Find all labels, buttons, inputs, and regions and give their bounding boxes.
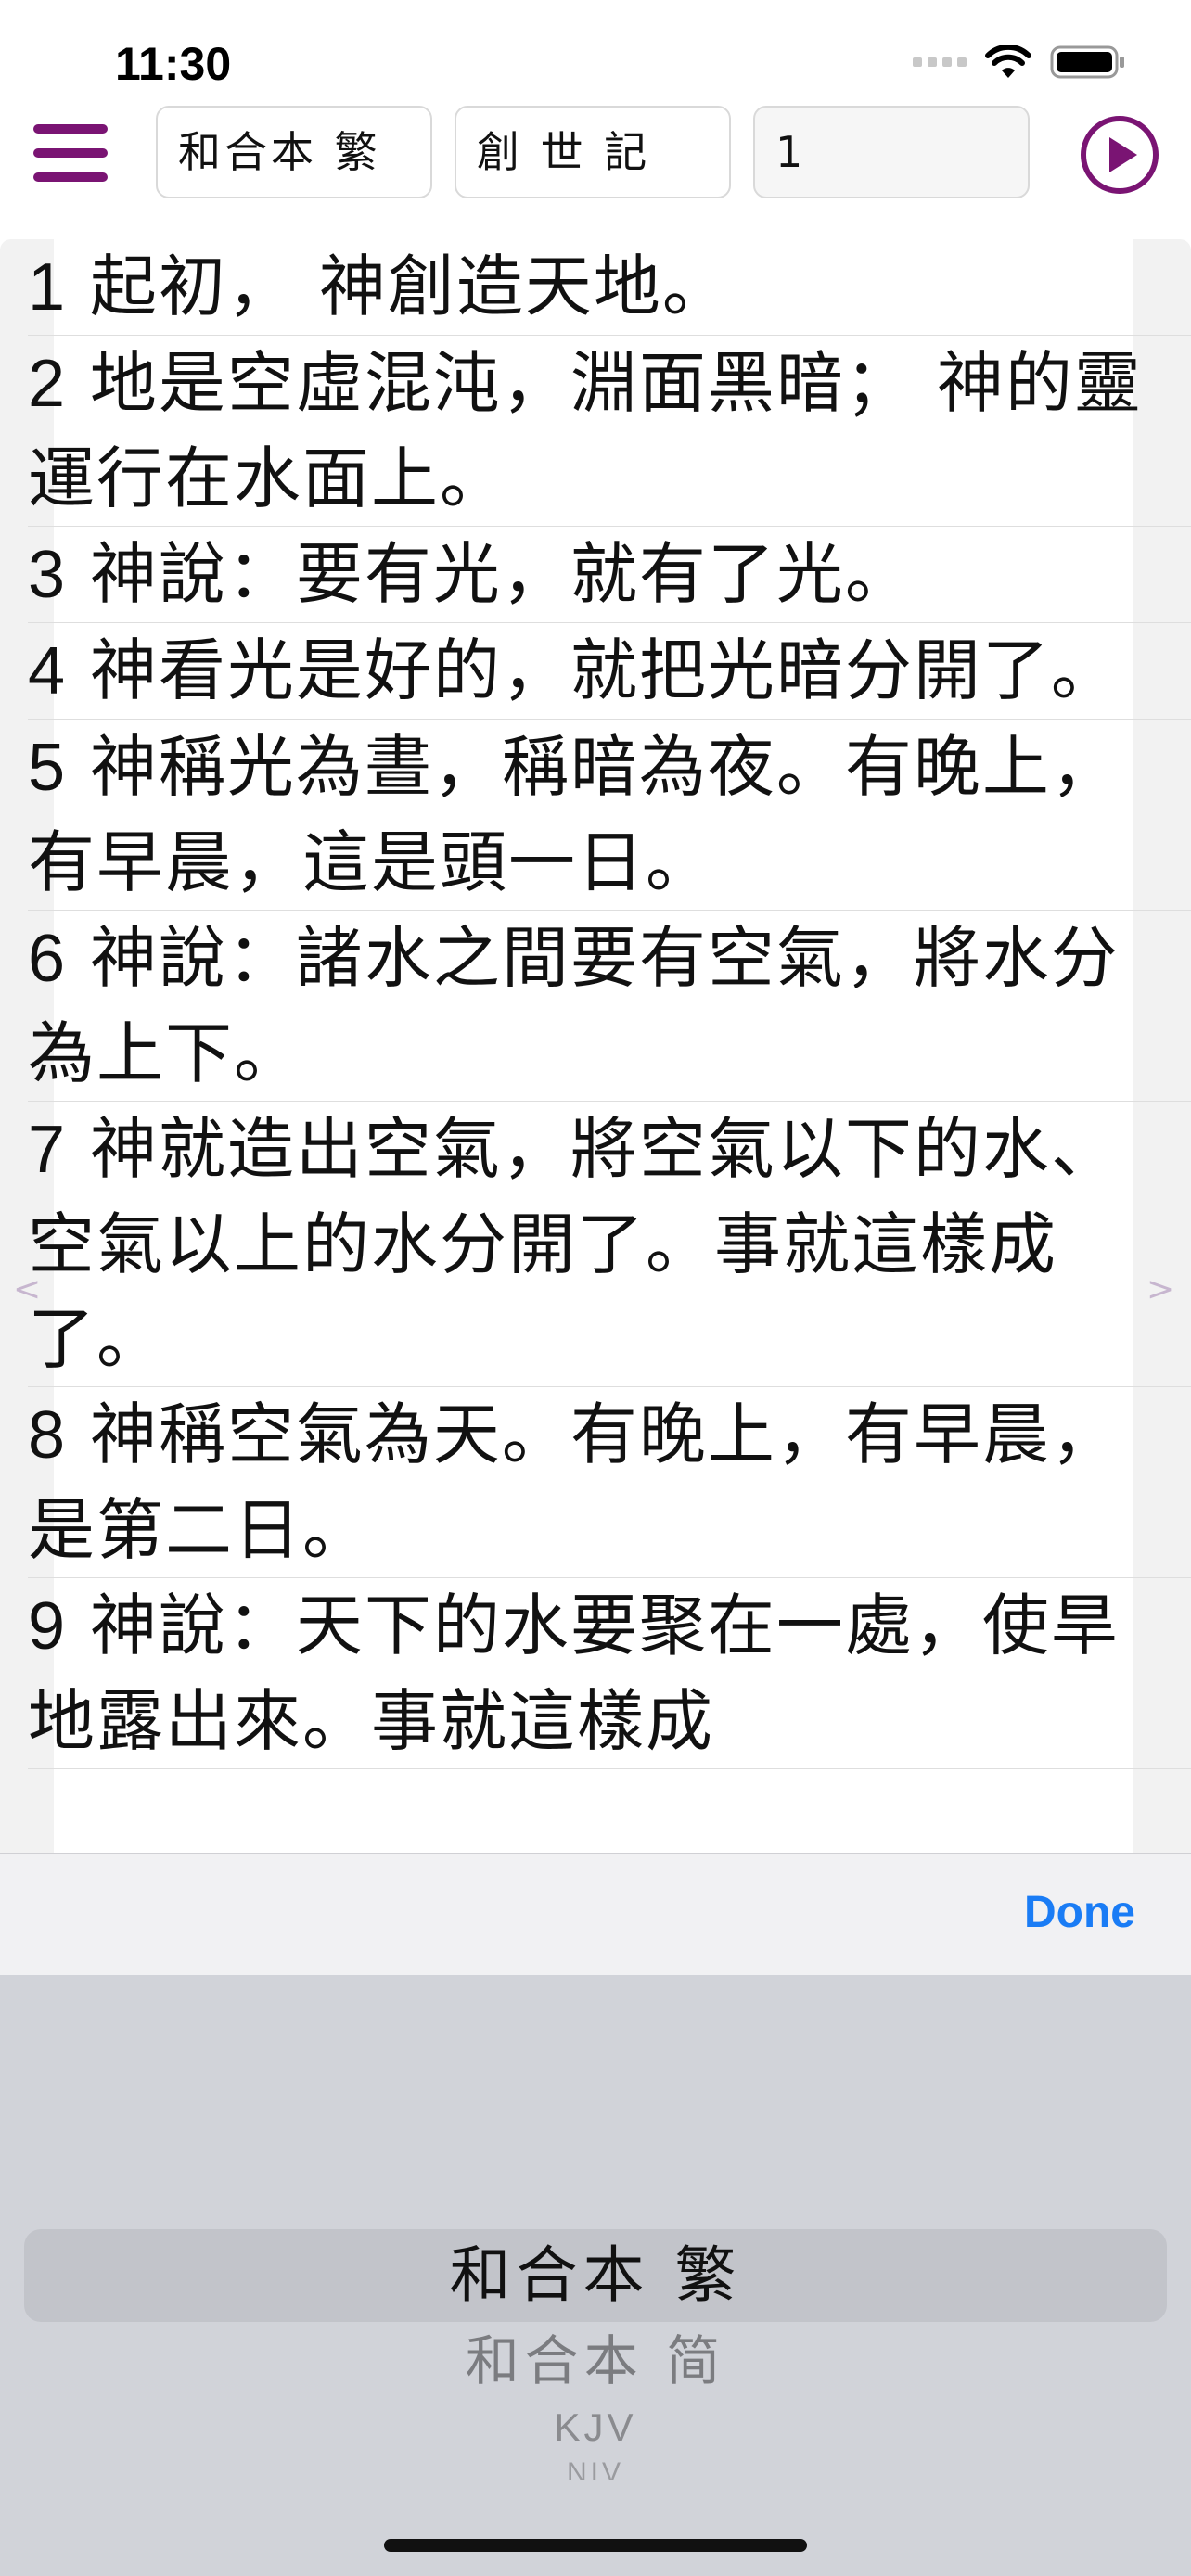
picker-option[interactable]: KJV bbox=[0, 2402, 1191, 2454]
verse-number: 8 bbox=[28, 1398, 68, 1473]
play-icon bbox=[1109, 137, 1137, 172]
verse-row[interactable]: 6 神說：諸水之間要有空氣，將水分為上下。 bbox=[28, 911, 1191, 1102]
verse-text: 神稱空氣為天。有晚上，有早晨，是第二日。 bbox=[28, 1396, 1120, 1569]
verse-number: 9 bbox=[28, 1589, 68, 1664]
verse-text: 地是空虛混沌，淵面黑暗； 神的靈運行在水面上。 bbox=[28, 344, 1143, 517]
verse-row[interactable]: 8 神稱空氣為天。有晚上，有早晨，是第二日。 bbox=[28, 1387, 1191, 1578]
verse-text: 神說：天下的水要聚在一處，使旱地露出來。事就這樣成 bbox=[28, 1587, 1120, 1760]
toolbar: 和合本 繁 創 世 記 1 bbox=[0, 102, 1191, 204]
scripture-reader[interactable]: 1 起初， 神創造天地。 2 地是空虛混沌，淵面黑暗； 神的靈運行在水面上。 3… bbox=[0, 239, 1191, 1853]
version-selector[interactable]: 和合本 繁 bbox=[156, 106, 432, 198]
verse-row[interactable]: 2 地是空虛混沌，淵面黑暗； 神的靈運行在水面上。 bbox=[28, 336, 1191, 527]
picker-option-selected[interactable]: 和合本 繁 bbox=[0, 2231, 1191, 2320]
verse-text: 起初， 神創造天地。 bbox=[67, 248, 731, 325]
verse-number: 7 bbox=[28, 1113, 68, 1187]
verse-text: 神稱光為晝，稱暗為夜。有晚上，有早晨，這是頭一日。 bbox=[28, 728, 1120, 901]
verse-text: 神看光是好的，就把光暗分開了。 bbox=[67, 631, 1120, 709]
verse-number: 3 bbox=[28, 538, 68, 612]
menu-button[interactable] bbox=[30, 121, 109, 185]
verse-number: 5 bbox=[28, 731, 68, 805]
version-picker-wheel[interactable]: 和合本 繁 和合本 简 KJV NIV bbox=[0, 1975, 1191, 2576]
verse-list: 1 起初， 神創造天地。 2 地是空虛混沌，淵面黑暗； 神的靈運行在水面上。 3… bbox=[28, 239, 1191, 1769]
battery-icon bbox=[1050, 45, 1124, 79]
verse-number: 2 bbox=[28, 347, 68, 421]
verse-row[interactable]: 7 神就造出空氣，將空氣以下的水、空氣以上的水分開了。事就這樣成了。 bbox=[28, 1102, 1191, 1387]
previous-chapter-arrow-icon[interactable]: < bbox=[13, 1270, 41, 1308]
chapter-selector[interactable]: 1 bbox=[753, 106, 1030, 198]
verse-number: 1 bbox=[28, 250, 68, 325]
hamburger-icon bbox=[33, 124, 108, 134]
verse-row[interactable]: 9 神說：天下的水要聚在一處，使旱地露出來。事就這樣成 bbox=[28, 1578, 1191, 1769]
verse-row[interactable]: 1 起初， 神創造天地。 bbox=[28, 239, 1191, 336]
verse-text: 神就造出空氣，將空氣以下的水、空氣以上的水分開了。事就這樣成了。 bbox=[28, 1110, 1120, 1378]
cellular-signal-icon bbox=[913, 57, 967, 67]
next-chapter-arrow-icon[interactable]: > bbox=[1146, 1270, 1174, 1308]
picker-option[interactable]: 和合本 简 bbox=[0, 2324, 1191, 2398]
verse-row[interactable]: 5 神稱光為晝，稱暗為夜。有晚上，有早晨，這是頭一日。 bbox=[28, 720, 1191, 911]
status-icons bbox=[913, 45, 1126, 80]
done-button[interactable]: Done bbox=[1024, 1887, 1135, 1938]
picker-toolbar: Done bbox=[0, 1853, 1191, 1976]
wifi-icon bbox=[985, 45, 1031, 78]
verse-text: 神說：要有光，就有了光。 bbox=[67, 535, 914, 613]
play-button[interactable] bbox=[1080, 115, 1159, 195]
home-indicator[interactable] bbox=[384, 2539, 807, 2552]
picker-option[interactable]: NIV bbox=[0, 2459, 1191, 2480]
book-selector[interactable]: 創 世 記 bbox=[455, 106, 731, 198]
verse-row[interactable]: 3 神說：要有光，就有了光。 bbox=[28, 527, 1191, 623]
verse-number: 6 bbox=[28, 922, 68, 996]
status-bar: 11:30 bbox=[0, 0, 1191, 102]
verse-number: 4 bbox=[28, 634, 68, 708]
status-time: 11:30 bbox=[115, 38, 232, 90]
verse-row[interactable]: 4 神看光是好的，就把光暗分開了。 bbox=[28, 623, 1191, 720]
verse-text: 神說：諸水之間要有空氣，將水分為上下。 bbox=[28, 919, 1120, 1092]
